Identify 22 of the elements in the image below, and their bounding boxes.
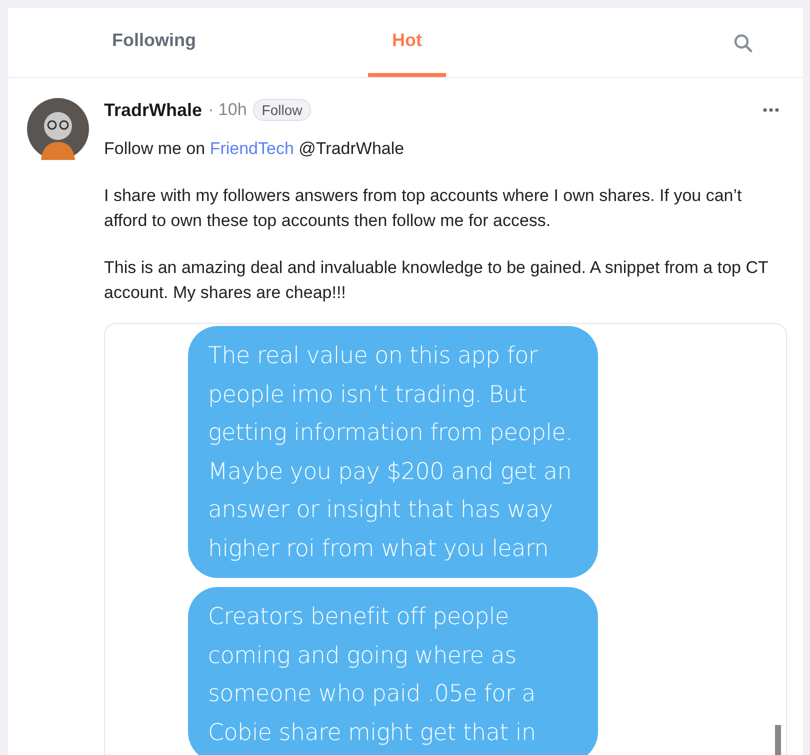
scrollbar-thumb[interactable] [775,725,781,755]
post-time: · 10h [208,100,247,120]
follow-button[interactable]: Follow [252,99,312,121]
search-icon[interactable] [733,32,753,52]
message-line: Cobie share might get that in [208,718,537,748]
message-line: coming and going where as [208,642,518,670]
message-line: someone who paid .05e for a [208,680,536,709]
friendtech-link[interactable]: FriendTech [210,139,294,158]
message-line: Maybe you pay $200 and get an [208,458,572,486]
message-line: higher roi from what you learn [208,534,550,564]
post-text: I share with my followers answers from top accounts where I own shares. If you can’t afford to own these top accounts then follow me for access. [104,185,743,232]
message-line: Creators benefit off people [208,603,510,632]
message-line: answer or insight that has way [208,496,554,525]
feed-tab[interactable]: Following [88,8,220,77]
message-line: getting information from people. [208,419,574,448]
author-name[interactable]: TradrWhale [104,100,202,120]
message-line: The real value on this app for [208,342,539,371]
more-icon[interactable] [763,108,779,112]
post-text: This is an amazing deal and invaluable knowledge to be gained. A snippet from a top CT account. My shares are cheap!!! [104,257,770,304]
message-line: people imo isn’t trading. But [208,380,528,410]
avatar-icon [27,98,89,160]
post-text: Follow me on FriendTech @TradrWhale [104,138,406,160]
